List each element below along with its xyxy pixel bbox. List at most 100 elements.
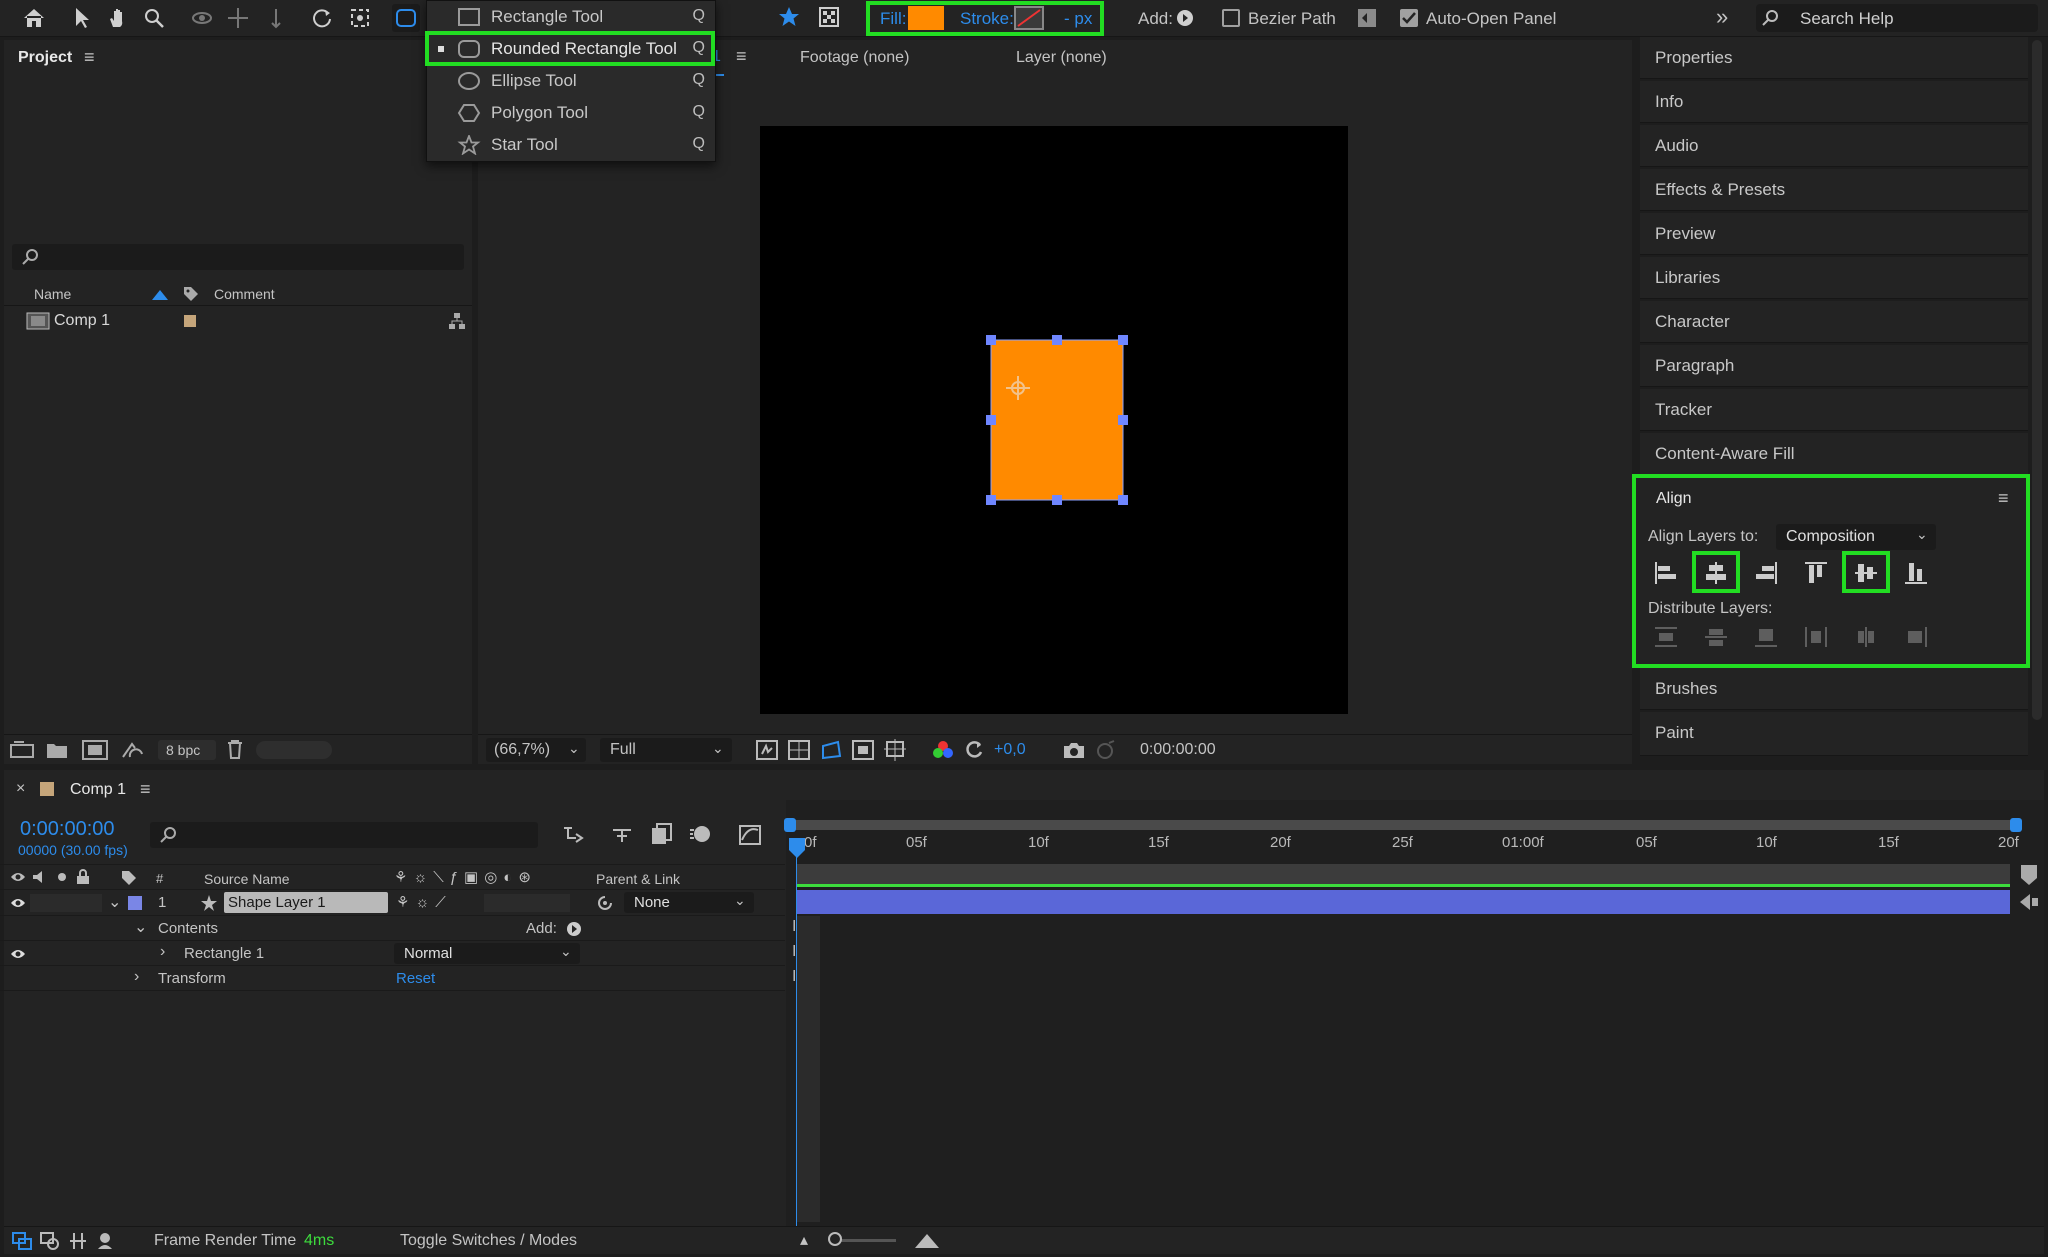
expand-layer-chevron-icon[interactable]: ⌄ [108, 892, 121, 912]
panel-content-aware-fill[interactable]: Content-Aware Fill [1640, 433, 2028, 475]
thumbnail-slider[interactable] [256, 741, 332, 759]
panel-audio[interactable]: Audio [1640, 125, 2028, 167]
panel-paragraph[interactable]: Paragraph [1640, 345, 2028, 387]
grid-guides-icon[interactable] [884, 739, 906, 761]
viewer-menu-icon[interactable]: ≡ [736, 46, 747, 67]
distribute-horizontal-center-icon[interactable] [1846, 620, 1886, 654]
add-content-icon[interactable] [566, 921, 582, 937]
shape-tool-button[interactable] [392, 4, 420, 32]
sort-ascending-icon[interactable] [152, 290, 168, 300]
show-snapshot-icon[interactable] [1094, 740, 1116, 760]
align-top-icon[interactable] [1796, 553, 1836, 593]
home-icon[interactable] [20, 4, 48, 32]
rectangle-visibility-eye-icon[interactable] [10, 948, 26, 960]
graph-editor-icon[interactable] [738, 822, 762, 846]
solo-icon[interactable] [58, 873, 66, 881]
bezier-path-checkbox[interactable] [1222, 9, 1240, 27]
fast-previews-icon[interactable] [756, 740, 778, 760]
align-left-icon[interactable] [1646, 553, 1686, 593]
panel-character[interactable]: Character [1640, 301, 2028, 343]
zoom-out-icon[interactable]: ▴ [800, 1230, 808, 1250]
timeline-zoom-handle[interactable] [828, 1232, 842, 1246]
layer-label-color[interactable] [128, 896, 142, 910]
orbit-camera-icon[interactable] [188, 4, 216, 32]
panel-preview[interactable]: Preview [1640, 213, 2028, 255]
timeline-search-input[interactable] [150, 822, 538, 848]
fill-swatch[interactable] [908, 6, 944, 30]
timeline-menu-icon[interactable]: ≡ [140, 779, 151, 800]
snapshot-camera-icon[interactable] [1062, 740, 1086, 760]
panel-info[interactable]: Info [1640, 81, 2028, 123]
distribute-right-icon[interactable] [1896, 620, 1936, 654]
close-tab-icon[interactable]: × [16, 780, 25, 798]
align-horizontal-center-icon[interactable] [1696, 553, 1736, 593]
pick-whip-icon[interactable] [596, 894, 614, 912]
new-folder-icon[interactable] [46, 741, 68, 759]
add-menu-icon[interactable] [1176, 9, 1194, 27]
menu-item-ellipse-tool[interactable]: Ellipse Tool Q [427, 65, 715, 97]
panel-paint[interactable]: Paint [1640, 712, 2028, 756]
zoom-in-icon[interactable] [914, 1233, 940, 1249]
frame-blending-icon[interactable] [650, 822, 674, 846]
mask-visibility-icon[interactable] [820, 740, 842, 760]
column-name[interactable]: Name [34, 286, 71, 302]
label-color-swatch[interactable] [184, 315, 196, 327]
layer-name-field[interactable]: Shape Layer 1 [224, 892, 388, 913]
panel-brushes[interactable]: Brushes [1640, 668, 2028, 710]
panel-menu-icon[interactable]: ≡ [84, 47, 95, 68]
pan-camera-icon[interactable] [224, 4, 252, 32]
stroke-width-value[interactable]: - px [1064, 9, 1092, 29]
project-search-input[interactable] [12, 244, 464, 270]
bit-depth-button[interactable]: 8 bpc [158, 740, 216, 760]
right-panel-scrollbar[interactable] [2032, 40, 2042, 720]
menu-item-polygon-tool[interactable]: Polygon Tool Q [427, 97, 715, 129]
align-menu-icon[interactable]: ≡ [1998, 488, 2009, 509]
transform-reset-link[interactable]: Reset [396, 970, 435, 987]
stroke-swatch[interactable] [1014, 6, 1044, 30]
transform-expand-chevron-icon[interactable]: › [134, 968, 139, 986]
color-channels-icon[interactable] [932, 740, 954, 760]
anchor-point-tool-icon[interactable] [346, 4, 374, 32]
menu-item-rounded-rectangle-tool[interactable]: Rounded Rectangle Tool Q [427, 33, 715, 65]
distribute-vertical-center-icon[interactable] [1696, 620, 1736, 654]
work-area-bar[interactable] [790, 820, 2020, 830]
distribute-top-icon[interactable] [1646, 620, 1686, 654]
align-panel-title[interactable]: Align [1656, 490, 1692, 508]
trash-icon[interactable] [226, 739, 244, 759]
switches-icons[interactable]: ⚘☼⟍ƒ▣◎◐⊛ [394, 868, 537, 886]
search-help-field[interactable]: Search Help [1756, 4, 2038, 32]
parent-select[interactable]: None ⌄ [624, 892, 754, 913]
composition-canvas[interactable] [760, 126, 1348, 714]
rectangle-expand-chevron-icon[interactable]: › [160, 943, 165, 961]
zoom-tool-icon[interactable] [140, 4, 168, 32]
resolution-select[interactable]: Full ⌄ [600, 738, 732, 762]
auto-open-panel-checkbox[interactable] [1400, 9, 1418, 27]
lock-icon[interactable] [76, 869, 90, 885]
composition-flowchart-icon[interactable] [562, 824, 586, 846]
interpret-footage-icon[interactable] [10, 741, 34, 759]
align-to-select[interactable]: Composition ⌄ [1776, 524, 1936, 550]
selection-tool-icon[interactable] [68, 4, 96, 32]
region-of-interest-icon[interactable] [852, 740, 874, 760]
transfer-controls-toggle-icon[interactable] [40, 1232, 60, 1250]
column-source-name[interactable]: Source Name [204, 871, 290, 887]
more-chevron-icon[interactable]: » [1716, 4, 1728, 30]
transform-row[interactable]: › Transform Reset [0, 966, 785, 991]
panel-libraries[interactable]: Libraries [1640, 257, 2028, 299]
label-tag-icon[interactable] [120, 869, 138, 887]
column-parent-link[interactable]: Parent & Link [596, 871, 680, 887]
dolly-camera-icon[interactable] [262, 4, 290, 32]
timeline-current-time[interactable]: 0:00:00:00 [20, 818, 115, 841]
fill-label[interactable]: Fill: [880, 9, 906, 29]
viewer-timecode[interactable]: 0:00:00:00 [1140, 741, 1216, 759]
rectangle-1-row[interactable]: › Rectangle 1 Normal ⌄ [0, 941, 785, 966]
blend-mode-select[interactable]: Normal ⌄ [394, 943, 580, 964]
align-right-icon[interactable] [1746, 553, 1786, 593]
shape-options-icon[interactable] [1356, 7, 1378, 29]
align-bottom-icon[interactable] [1896, 553, 1936, 593]
playhead-handle-icon[interactable] [789, 838, 805, 858]
layer-switch-slots[interactable] [484, 894, 570, 912]
menu-item-star-tool[interactable]: Star Tool Q [427, 129, 715, 161]
project-panel-title[interactable]: Project [18, 49, 72, 67]
rotate-tool-icon[interactable] [308, 4, 336, 32]
